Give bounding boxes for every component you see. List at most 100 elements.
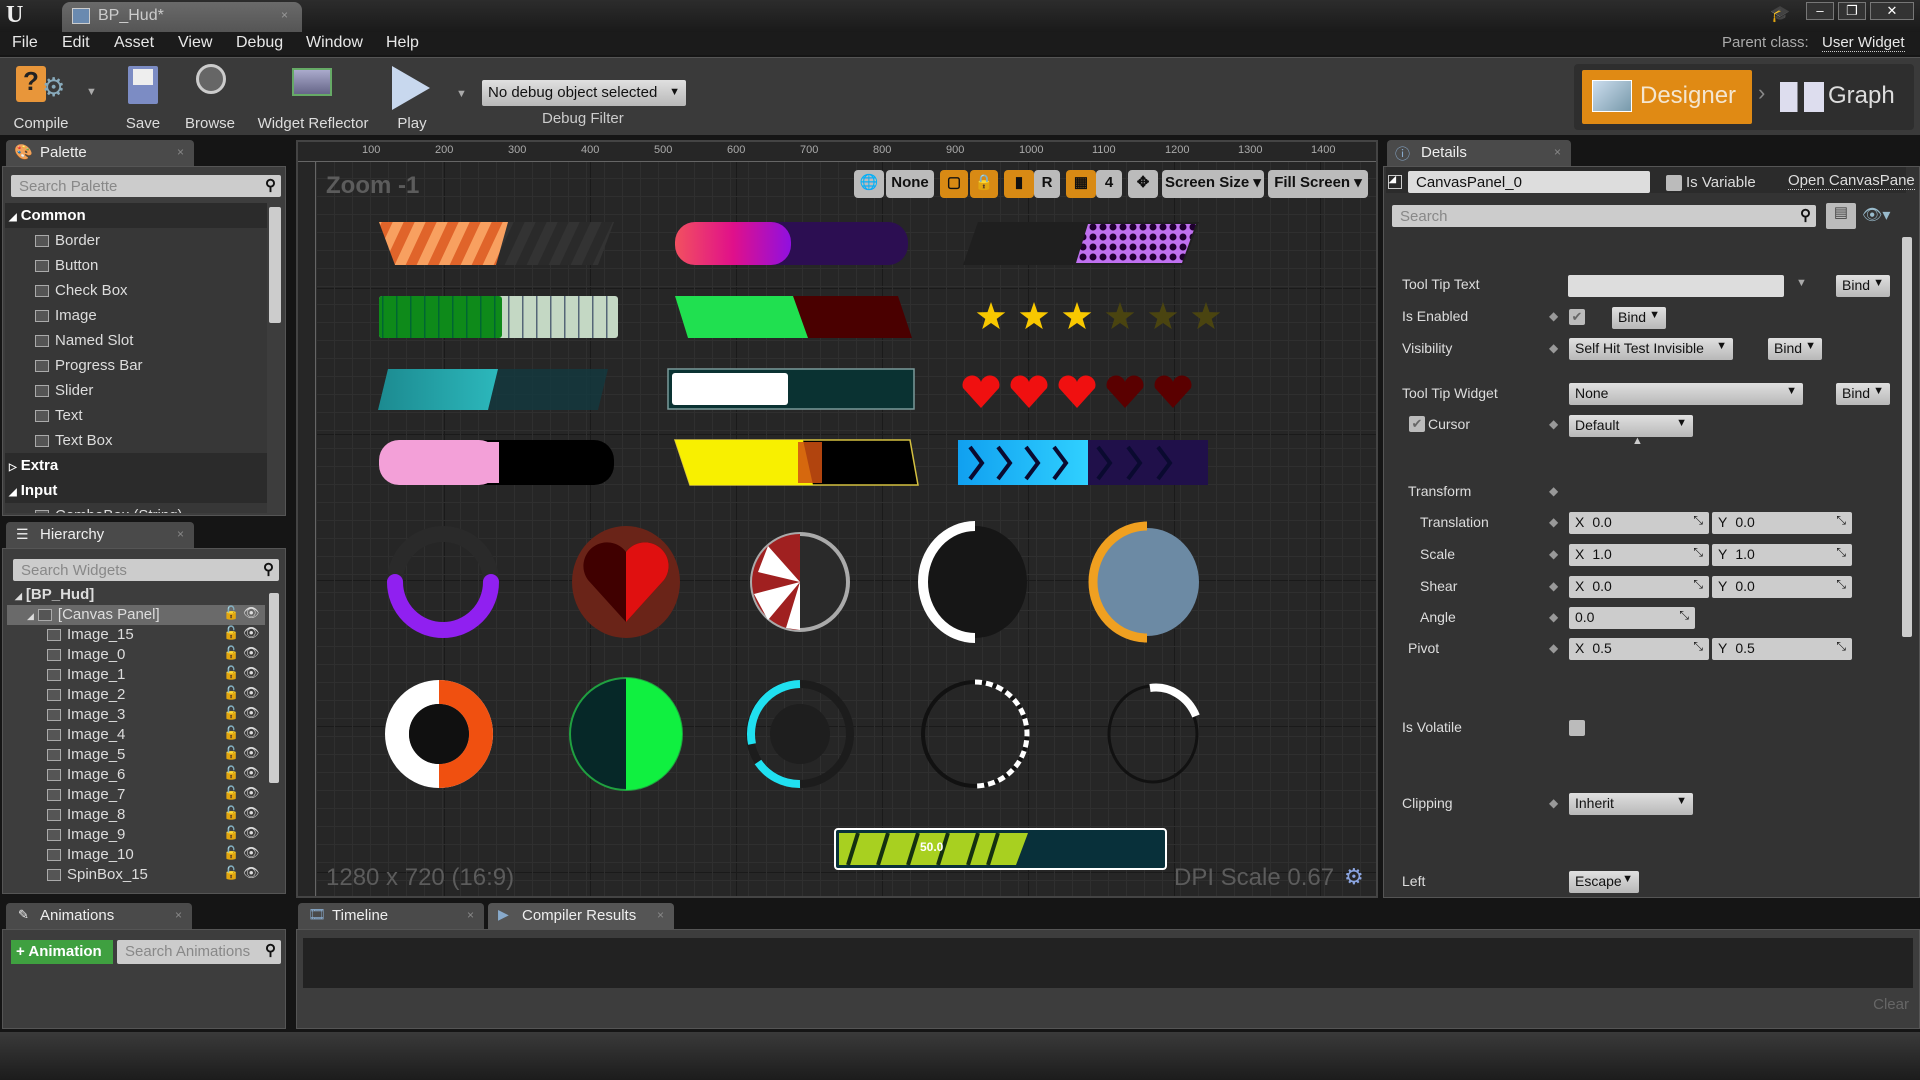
tab-hierarchy[interactable]: ☰ Hierarchy ×	[6, 522, 194, 548]
tool-tip-widget-bind-button[interactable]: Bind ▼	[1836, 383, 1890, 405]
hierarchy-item[interactable]: ◢ [Canvas Panel] 🔓 👁	[7, 605, 265, 625]
document-tab[interactable]: BP_Hud* ×	[62, 2, 302, 32]
reset-pin-icon[interactable]: ◆	[1549, 484, 1558, 498]
widget-reflector-button[interactable]: Widget Reflector	[254, 62, 372, 134]
eye-icon[interactable]: 👁▾	[1862, 205, 1890, 225]
tab-details[interactable]: ⓘ Details ×	[1387, 140, 1571, 166]
hierarchy-item[interactable]: Image_2 🔓 👁	[7, 685, 265, 705]
widget-name-input[interactable]: CanvasPanel_0	[1408, 171, 1650, 193]
eye-icon[interactable]: 👁	[243, 725, 260, 741]
eye-icon[interactable]: 👁	[243, 705, 260, 721]
close-tab-icon[interactable]: ×	[281, 8, 288, 22]
gear-icon[interactable]: ⚙	[1344, 864, 1364, 890]
unlock-icon[interactable]: 🔓	[223, 745, 239, 761]
hierarchy-item[interactable]: SpinBox_15 🔓 👁	[7, 865, 265, 885]
menu-asset[interactable]: Asset	[114, 34, 154, 52]
unlock-icon[interactable]: 🔓	[223, 825, 239, 841]
hierarchy-item[interactable]: Image_10 🔓 👁	[7, 845, 265, 865]
tool-tip-text-bind-button[interactable]: Bind ▼	[1836, 275, 1890, 297]
is-enabled-checkbox[interactable]: ✔	[1569, 309, 1585, 325]
eye-icon[interactable]: 👁	[243, 665, 260, 681]
palette-item[interactable]: Image	[5, 303, 267, 328]
unlock-icon[interactable]: 🔓	[223, 865, 239, 881]
is-enabled-bind-button[interactable]: Bind ▼	[1612, 307, 1666, 329]
unlock-icon[interactable]: 🔓	[223, 645, 239, 661]
unlock-icon[interactable]: 🔓	[223, 765, 239, 781]
eye-icon[interactable]: 👁	[243, 865, 260, 881]
visibility-dropdown[interactable]: Self Hit Test Invisible ▼	[1569, 338, 1733, 360]
menu-window[interactable]: Window	[306, 34, 363, 52]
is-volatile-checkbox[interactable]	[1569, 720, 1585, 736]
property-matrix-icon[interactable]: ▤	[1826, 203, 1856, 229]
close-icon[interactable]: ×	[1554, 145, 1561, 159]
unlock-icon[interactable]: 🔓	[223, 685, 239, 701]
close-icon[interactable]: ×	[175, 908, 182, 922]
eye-icon[interactable]: 👁	[243, 685, 260, 701]
add-animation-button[interactable]: + Animation	[11, 940, 113, 964]
clipping-dropdown[interactable]: Inherit ▼	[1569, 793, 1693, 815]
shear-x-field[interactable]: X 0.0 ⤡	[1569, 576, 1709, 598]
designer-mode-button[interactable]: Designer	[1582, 70, 1752, 124]
unlock-icon[interactable]: 🔓	[223, 665, 239, 681]
hierarchy-item[interactable]: Image_15 🔓 👁	[7, 625, 265, 645]
close-icon[interactable]: ×	[177, 527, 184, 541]
eye-icon[interactable]: 👁	[243, 745, 260, 761]
unlock-icon[interactable]: 🔓	[223, 725, 239, 741]
reset-pin-icon[interactable]: ◆	[1549, 579, 1558, 593]
details-search-input[interactable]: Search ⚲	[1392, 205, 1816, 227]
palette-item[interactable]: Button	[5, 253, 267, 278]
compile-options-chevron-icon[interactable]: ▼	[86, 86, 97, 98]
reset-pin-icon[interactable]: ◆	[1549, 610, 1558, 624]
play-options-chevron-icon[interactable]: ▼	[456, 88, 467, 100]
palette-item[interactable]: Progress Bar	[5, 353, 267, 378]
hierarchy-item[interactable]: ◢ [BP_Hud]	[7, 585, 265, 605]
tab-palette[interactable]: 🎨 Palette ×	[6, 140, 194, 166]
hierarchy-item[interactable]: Image_9 🔓 👁	[7, 825, 265, 845]
reset-pin-icon[interactable]: ◆	[1549, 641, 1558, 655]
tab-animations[interactable]: ✎ Animations ×	[6, 903, 192, 929]
translation-x-field[interactable]: X 0.0 ⤡	[1569, 512, 1709, 534]
learn-icon[interactable]: 🎓	[1770, 4, 1790, 24]
minimize-button[interactable]: –	[1806, 2, 1834, 20]
eye-icon[interactable]: 👁	[243, 645, 260, 661]
hierarchy-scrollbar[interactable]	[269, 593, 279, 783]
translation-y-field[interactable]: Y 0.0 ⤡	[1712, 512, 1852, 534]
palette-scrollbar[interactable]	[269, 207, 281, 323]
cursor-dropdown[interactable]: Default ▼	[1569, 415, 1693, 437]
designer-canvas[interactable]: 100 200 300 400 500 600 700 800 900 1000 1100 1200 1…	[296, 140, 1378, 898]
palette-category[interactable]: ◢ Common	[5, 203, 267, 228]
pivot-x-field[interactable]: X 0.5 ⤡	[1569, 638, 1709, 660]
tool-tip-text-input[interactable]	[1568, 275, 1784, 297]
hierarchy-item[interactable]: Image_4 🔓 👁	[7, 725, 265, 745]
play-button[interactable]: Play	[384, 62, 440, 134]
close-icon[interactable]: ×	[467, 908, 474, 922]
hierarchy-item[interactable]: Image_0 🔓 👁	[7, 645, 265, 665]
menu-edit[interactable]: Edit	[62, 34, 90, 52]
reset-pin-icon[interactable]: ◆	[1549, 309, 1558, 323]
hierarchy-item[interactable]: Image_1 🔓 👁	[7, 665, 265, 685]
reset-pin-icon[interactable]: ◆	[1549, 341, 1558, 355]
hierarchy-item[interactable]: Image_3 🔓 👁	[7, 705, 265, 725]
parent-class-link[interactable]: User Widget	[1822, 34, 1905, 52]
palette-item[interactable]: Slider	[5, 378, 267, 403]
navigation-left-dropdown[interactable]: Escape ▼	[1569, 871, 1639, 893]
cursor-checkbox[interactable]: ✔	[1409, 416, 1425, 432]
angle-field[interactable]: 0.0 ⤡	[1569, 607, 1695, 629]
palette-category[interactable]: ▷ Extra	[5, 453, 267, 478]
eye-icon[interactable]: 👁	[243, 605, 260, 621]
reset-pin-icon[interactable]: ◆	[1549, 547, 1558, 561]
palette-item[interactable]: ComboBox (String)	[5, 503, 267, 513]
hierarchy-item[interactable]: Image_5 🔓 👁	[7, 745, 265, 765]
menu-file[interactable]: File	[12, 34, 38, 52]
unlock-icon[interactable]: 🔓	[223, 605, 239, 621]
graph-mode-button[interactable]: Graph	[1776, 70, 1912, 124]
save-button[interactable]: Save	[118, 62, 168, 134]
eye-icon[interactable]: 👁	[243, 785, 260, 801]
reset-pin-icon[interactable]: ◆	[1549, 515, 1558, 529]
close-icon[interactable]: ×	[177, 145, 184, 159]
palette-item[interactable]: Check Box	[5, 278, 267, 303]
scale-x-field[interactable]: X 1.0 ⤡	[1569, 544, 1709, 566]
unlock-icon[interactable]: 🔓	[223, 705, 239, 721]
unlock-icon[interactable]: 🔓	[223, 625, 239, 641]
palette-item[interactable]: Text	[5, 403, 267, 428]
